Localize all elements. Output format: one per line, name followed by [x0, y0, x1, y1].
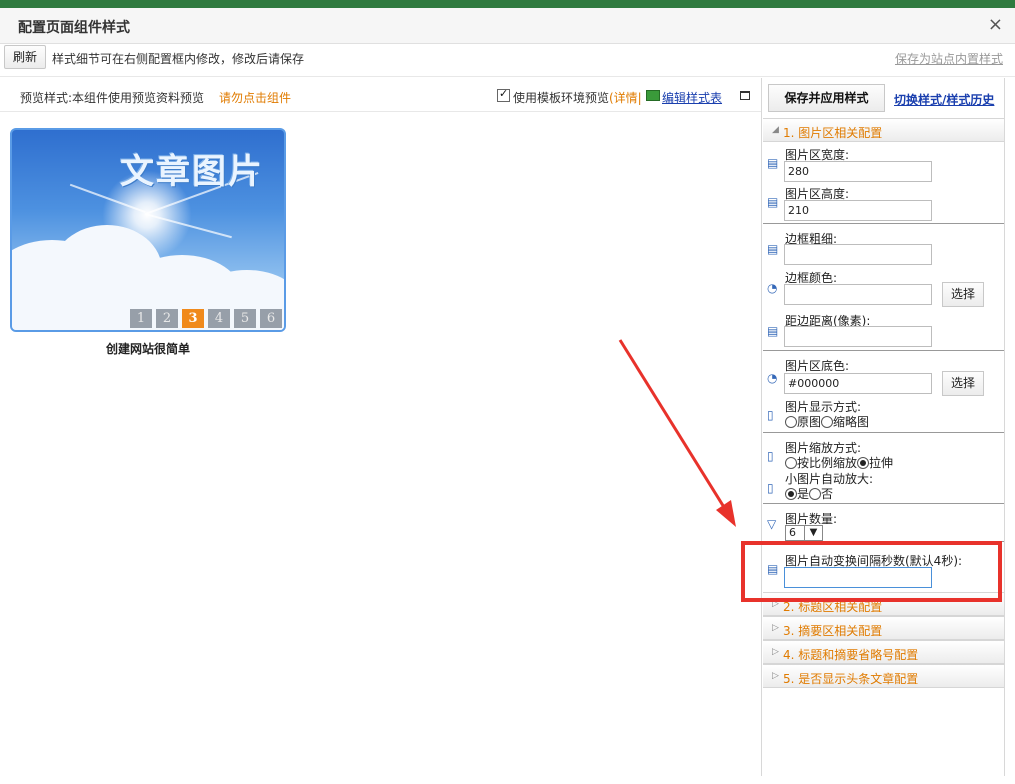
option-icon: ▯: [767, 408, 774, 422]
palette-icon: ◔: [767, 281, 778, 295]
text-field-icon: ▤: [767, 324, 779, 338]
collapsed-triangle-icon: ▷: [772, 671, 779, 681]
toolbar-hint: 样式细节可在右侧配置框内修改，修改后请保存: [52, 52, 305, 66]
config-top-bar: 保存并应用样式 切换样式/样式历史: [763, 78, 1004, 118]
preview-header: 预览样式:本组件使用预览资料预览 请勿点击组件 使用模板环境预览 (详情| 编辑…: [0, 78, 761, 112]
group-size: ▤ 图片区宽度: ▤ 图片区高度:: [763, 142, 1004, 224]
border-width-input[interactable]: [784, 244, 932, 265]
text-field-icon: ▤: [767, 195, 779, 209]
dialog-toolbar: 刷新 样式细节可在右侧配置框内修改，修改后请保存 保存为站点内置样式: [0, 37, 1015, 77]
preview-label: 预览样式:本组件使用预览资料预览: [20, 91, 205, 105]
style-history-link[interactable]: 切换样式/样式历史: [894, 91, 994, 108]
slide-caption[interactable]: 创建网站很简单: [10, 340, 286, 357]
close-icon[interactable]: ×: [988, 14, 1003, 35]
radio-no[interactable]: [809, 488, 822, 500]
option-icon: ▯: [767, 449, 774, 463]
slide-image-title: 文章图片: [120, 152, 264, 192]
text-field-icon: ▤: [767, 562, 779, 576]
image-slider-preview[interactable]: 文章图片 1 2 3 4 5 6: [10, 128, 286, 332]
radio-proportional[interactable]: [785, 457, 797, 469]
dialog-title: 配置页面组件样式: [18, 20, 130, 36]
collapsed-triangle-icon: ▷: [772, 647, 779, 657]
section-image-area[interactable]: ◢ 1. 图片区相关配置: [763, 118, 1004, 142]
collapsed-triangle-icon: ▷: [772, 623, 779, 633]
section-ellipsis[interactable]: ▷ 4. 标题和摘要省略号配置: [763, 640, 1004, 664]
option-label[interactable]: 原图: [797, 415, 821, 429]
radio-thumbnail[interactable]: [821, 416, 834, 428]
text-field-icon: ▤: [767, 242, 779, 256]
css-file-icon: [646, 90, 660, 101]
dropdown-triangle-icon: ▽: [767, 517, 777, 531]
section-headline[interactable]: ▷ 5. 是否显示头条文章配置: [763, 664, 1004, 688]
chevron-down-icon[interactable]: ▼: [804, 526, 822, 540]
choose-bg-color-button[interactable]: 选择: [942, 371, 984, 396]
radio-stretch[interactable]: [857, 457, 870, 469]
field-label: 图片区底色:: [785, 359, 850, 373]
preview-warning: 请勿点击组件: [219, 91, 292, 105]
choose-color-button[interactable]: 选择: [942, 282, 984, 307]
option-icon: ▯: [767, 481, 774, 495]
maximize-icon[interactable]: [740, 91, 750, 100]
count-select[interactable]: 6 ▼: [785, 525, 823, 541]
expanded-triangle-icon: ◢: [772, 125, 779, 135]
pager-dot[interactable]: 4: [208, 309, 230, 328]
section-label: 4. 标题和摘要省略号配置: [783, 648, 919, 662]
group-count: ▽ 图片数量: 6 ▼: [763, 504, 1004, 542]
refresh-button[interactable]: 刷新: [4, 45, 46, 69]
pager-dot[interactable]: 6: [260, 309, 282, 328]
scale-mode-options: 按比例缩放 拉伸: [785, 454, 893, 471]
padding-input[interactable]: [784, 326, 932, 347]
collapsed-triangle-icon: ▷: [772, 599, 779, 609]
config-pane: 保存并应用样式 切换样式/样式历史 ◢ 1. 图片区相关配置 ▤ 图片区宽度: …: [763, 78, 1005, 776]
option-label[interactable]: 按比例缩放: [797, 456, 857, 470]
pager-dot[interactable]: 1: [130, 309, 152, 328]
section-summary-area[interactable]: ▷ 3. 摘要区相关配置: [763, 616, 1004, 640]
pager-dot-active[interactable]: 3: [182, 309, 204, 328]
height-input[interactable]: [784, 200, 932, 221]
slider-pager: 1 2 3 4 5 6: [130, 309, 282, 328]
group-interval: ▤ 图片自动变换间隔秒数(默认4秒):: [763, 542, 1004, 592]
bg-color-input[interactable]: [784, 373, 932, 394]
use-template-label[interactable]: 使用模板环境预览: [513, 89, 609, 106]
use-template-checkbox[interactable]: [497, 87, 510, 102]
option-label[interactable]: 拉伸: [869, 456, 893, 470]
save-apply-button[interactable]: 保存并应用样式: [768, 84, 885, 112]
option-label[interactable]: 缩略图: [833, 415, 869, 429]
width-input[interactable]: [784, 161, 932, 182]
border-color-input[interactable]: [784, 284, 932, 305]
radio-yes[interactable]: [785, 488, 797, 500]
preview-pane: 预览样式:本组件使用预览资料预览 请勿点击组件 使用模板环境预览 (详情| 编辑…: [0, 78, 762, 776]
group-border: ▤ 边框粗细: ◔ 边框颜色: 选择 ▤ 距边距离(像素):: [763, 224, 1004, 351]
pager-dot[interactable]: 2: [156, 309, 178, 328]
interval-input[interactable]: [784, 567, 932, 588]
section-label: 1. 图片区相关配置: [783, 126, 883, 140]
palette-icon: ◔: [767, 371, 778, 385]
pager-dot[interactable]: 5: [234, 309, 256, 328]
section-label: 3. 摘要区相关配置: [783, 624, 883, 638]
section-label: 2. 标题区相关配置: [783, 600, 883, 614]
radio-original[interactable]: [785, 416, 797, 428]
save-site-style-link[interactable]: 保存为站点内置样式: [895, 50, 1003, 67]
group-background: ◔ 图片区底色: 选择 ▯ 图片显示方式: 原图缩略图: [763, 351, 1004, 433]
section-title-area[interactable]: ▷ 2. 标题区相关配置: [763, 592, 1004, 616]
option-label[interactable]: 是: [797, 487, 809, 501]
option-label[interactable]: 否: [821, 487, 833, 501]
edit-stylesheet-link[interactable]: 编辑样式表: [662, 89, 722, 106]
count-value: 6: [789, 526, 796, 539]
detail-link[interactable]: (详情|: [609, 89, 642, 106]
group-scaling: ▯ 图片缩放方式: 按比例缩放 拉伸 ▯ 小图片自动放大: 是否: [763, 433, 1004, 504]
auto-enlarge-options: 是否: [785, 485, 833, 502]
text-field-icon: ▤: [767, 156, 779, 170]
display-mode-options: 原图 缩略图: [785, 413, 869, 430]
section-label: 5. 是否显示头条文章配置: [783, 672, 919, 686]
